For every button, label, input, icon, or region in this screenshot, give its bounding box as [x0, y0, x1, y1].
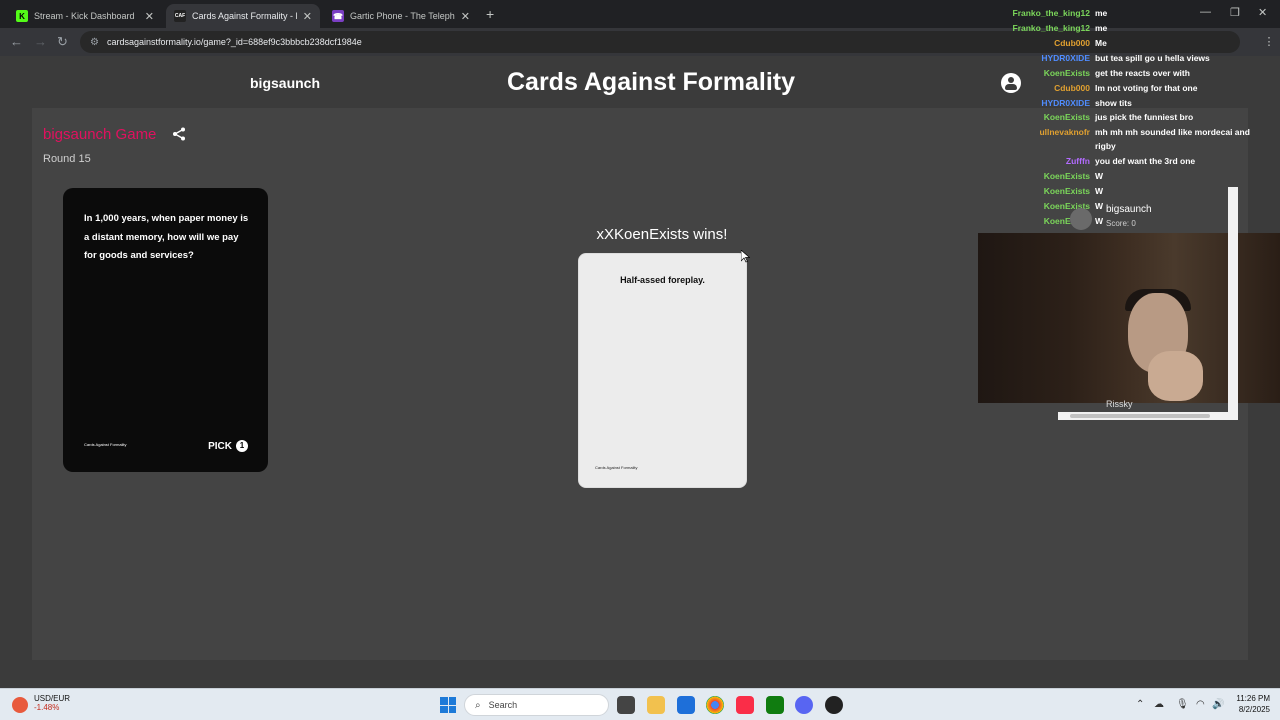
card-brand: Cards Against Formality: [595, 465, 638, 470]
chat-text: W: [1095, 171, 1104, 181]
round-label: Round 15: [43, 153, 91, 165]
url-text: cardsagainstformality.io/game?_id=688ef9…: [106, 37, 362, 47]
chat-username[interactable]: HYDR0XIDE: [1010, 51, 1090, 65]
stock-icon: [12, 697, 28, 713]
music-icon[interactable]: [736, 696, 754, 714]
avatar: [1070, 208, 1092, 230]
chat-username[interactable]: Cdub000: [1010, 36, 1090, 50]
close-icon[interactable]: ✕: [303, 10, 312, 23]
discord-icon[interactable]: [795, 696, 813, 714]
winner-announcement: xXKoenExists wins!: [596, 226, 728, 243]
chat-username[interactable]: Franko_the_king12: [1010, 21, 1090, 35]
chat-message: HYDR0XIDE show tits: [1010, 96, 1270, 110]
chat-message: KoenExists W: [1010, 169, 1270, 183]
pick-count: 1: [236, 440, 248, 452]
pick-indicator: PICK 1: [208, 440, 248, 452]
chat-username[interactable]: Franko_the_king12: [1010, 6, 1090, 20]
game-name: bigsaunch Game: [43, 126, 157, 143]
stock-pair: USD/EUR: [34, 694, 71, 703]
tab-cards-against-formality[interactable]: CAF Cards Against Formality - Play C ✕: [166, 4, 320, 28]
task-view-icon[interactable]: [617, 696, 635, 714]
vertical-scrollbar[interactable]: [1228, 187, 1238, 415]
chat-username[interactable]: ullnevaknofr: [1010, 125, 1090, 153]
new-tab-button[interactable]: +: [486, 6, 494, 22]
chrome-icon[interactable]: [706, 696, 724, 714]
chat-text: get the reacts over with: [1095, 68, 1190, 78]
chat-message: KoenExists jus pick the funniest bro: [1010, 110, 1270, 124]
wifi-icon[interactable]: ◠: [1196, 699, 1205, 710]
caf-icon: CAF: [174, 10, 186, 22]
clock-date: 8/2/2025: [1238, 705, 1270, 714]
chat-username[interactable]: KoenExists: [1010, 110, 1090, 124]
store-icon[interactable]: [677, 696, 695, 714]
chat-message: Franko_the_king12 me: [1010, 6, 1270, 20]
score-value: Score: 0: [1106, 219, 1136, 228]
windows-taskbar: USD/EUR -1.48% ⌕ Search ⌃ ☁ 🎙 ◠ 🔊 11:26 …: [0, 688, 1280, 720]
site-info-icon[interactable]: ⚙: [90, 37, 99, 48]
stock-widget[interactable]: USD/EUR -1.48%: [12, 694, 70, 713]
tab-label: Gartic Phone - The Telephone G: [350, 11, 455, 21]
chat-message: ullnevaknofr mh mh mh sounded like mordec…: [1010, 125, 1270, 153]
chat-message: Franko_the_king12 me: [1010, 21, 1270, 35]
tab-kick-dashboard[interactable]: K Stream - Kick Dashboard ✕: [8, 4, 162, 28]
chat-message: Cdub000 Im not voting for that one: [1010, 81, 1270, 95]
chat-username[interactable]: HYDR0XIDE: [1010, 96, 1090, 110]
gartic-icon: ☎: [332, 10, 344, 22]
mouse-cursor-icon: [741, 250, 750, 263]
forward-icon[interactable]: →: [34, 34, 47, 49]
chat-message: Zufffn you def want the 3rd one: [1010, 154, 1270, 168]
pick-label: PICK: [208, 440, 232, 452]
score-player-name: bigsaunch: [1106, 204, 1152, 215]
chat-text: you def want the 3rd one: [1095, 156, 1196, 166]
tab-gartic-phone[interactable]: ☎ Gartic Phone - The Telephone G ✕: [324, 4, 478, 28]
chat-message: KoenExists get the reacts over with: [1010, 66, 1270, 80]
card-brand: Cards Against Formality: [84, 442, 127, 447]
chat-text: show tits: [1095, 98, 1132, 108]
system-clock[interactable]: 11:26 PM 8/2/2025: [1222, 693, 1270, 715]
chat-text: me: [1095, 8, 1108, 18]
chat-username[interactable]: Cdub000: [1010, 81, 1090, 95]
search-icon: ⌕: [475, 699, 481, 711]
tab-label: Stream - Kick Dashboard: [34, 11, 135, 21]
chat-username[interactable]: KoenExists: [1010, 66, 1090, 80]
windows-start-icon[interactable]: [440, 697, 456, 713]
close-icon[interactable]: ✕: [461, 10, 470, 23]
file-explorer-icon[interactable]: [647, 696, 665, 714]
white-card[interactable]: Half-assed foreplay. Cards Against Forma…: [578, 253, 747, 488]
stock-change: -1.48%: [34, 703, 60, 712]
black-card-prompt: In 1,000 years, when paper money is a di…: [84, 213, 249, 261]
xbox-icon[interactable]: [766, 696, 784, 714]
chevron-up-icon[interactable]: ⌃: [1136, 699, 1144, 710]
back-icon[interactable]: ←: [10, 34, 23, 49]
chat-text: Me: [1095, 38, 1107, 48]
reload-icon[interactable]: ↻: [57, 34, 68, 50]
white-card-answer: Half-assed foreplay.: [620, 275, 705, 285]
cloud-icon[interactable]: ☁: [1154, 699, 1164, 710]
chat-text: Im not voting for that one: [1095, 83, 1198, 93]
chat-username[interactable]: Zufffn: [1010, 154, 1090, 168]
microphone-icon[interactable]: 🎙: [1176, 699, 1189, 710]
kick-icon: K: [16, 10, 28, 22]
close-icon[interactable]: ✕: [145, 10, 154, 23]
chat-username[interactable]: KoenExists: [1010, 169, 1090, 183]
chat-message: Cdub000 Me: [1010, 36, 1270, 50]
taskbar-search[interactable]: ⌕ Search: [464, 694, 609, 716]
tab-label: Cards Against Formality - Play C: [192, 11, 297, 21]
chat-text: but tea spill go u hella views: [1095, 53, 1210, 63]
score-other-player: Rissky: [1106, 399, 1133, 409]
chat-text: me: [1095, 23, 1108, 33]
chat-text: jus pick the funniest bro: [1095, 112, 1194, 122]
clock-time: 11:26 PM: [1236, 694, 1270, 703]
search-placeholder: Search: [488, 700, 518, 710]
horizontal-scrollbar[interactable]: [1058, 412, 1238, 420]
obs-icon[interactable]: [825, 696, 843, 714]
chat-text: mh mh mh sounded like mordecai and rigby: [1095, 127, 1250, 151]
scrollbar-thumb[interactable]: [1070, 414, 1210, 418]
share-icon[interactable]: [172, 127, 186, 141]
chat-message: HYDR0XIDE but tea spill go u hella views: [1010, 51, 1270, 65]
scoreboard-panel: bigsaunch Score: 0: [1058, 187, 1238, 421]
black-card: In 1,000 years, when paper money is a di…: [63, 188, 268, 472]
